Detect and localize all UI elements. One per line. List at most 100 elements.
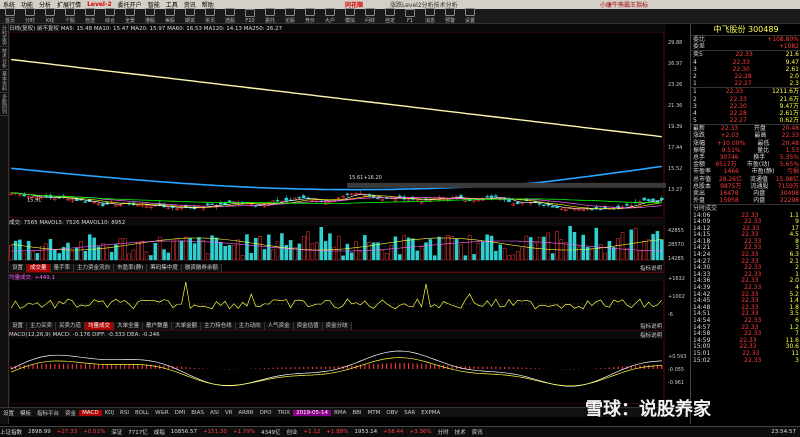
bottom-tab[interactable]: DMI bbox=[172, 410, 189, 416]
toolbar-button[interactable]: 资讯 bbox=[200, 8, 220, 24]
stat-label: 最低 bbox=[757, 139, 770, 147]
volume-bar bbox=[249, 253, 254, 261]
bottom-tab[interactable]: 资金 bbox=[62, 409, 79, 417]
toolbar-icon bbox=[445, 8, 455, 16]
toolbar-button[interactable]: 选股 bbox=[220, 8, 240, 24]
bottom-tab[interactable]: MTM bbox=[365, 410, 384, 416]
toolbar-icon bbox=[325, 8, 335, 16]
status-bar: 上证指数 2898.99 +27.33 +0.51% 深证 7717亿 成指 10856.57… bbox=[0, 426, 800, 437]
volume-bar bbox=[345, 243, 350, 261]
indicator-tab[interactable]: 主力持仓线 bbox=[201, 322, 236, 330]
volume-bar bbox=[227, 244, 232, 261]
toolbar-button[interactable]: 分时 bbox=[20, 8, 40, 24]
toolbar-label: 预警 bbox=[444, 18, 455, 24]
volume-bar bbox=[336, 235, 341, 261]
toolbar-button[interactable]: 大户 bbox=[320, 8, 340, 24]
bottom-tab[interactable]: SAR bbox=[401, 410, 418, 416]
toolbar-button[interactable]: 竞价 bbox=[300, 8, 320, 24]
toolbar-button[interactable]: 问财 bbox=[360, 8, 380, 24]
indicator-tab[interactable]: 主力买卖 bbox=[27, 322, 57, 330]
bottom-tab[interactable]: TRIX bbox=[275, 410, 294, 416]
toolbar-button[interactable]: 美股 bbox=[160, 8, 180, 24]
toolbar-button[interactable]: 自定 bbox=[380, 8, 400, 24]
bottom-tab[interactable]: VR bbox=[222, 410, 236, 416]
indicator-tab[interactable]: 量手率 bbox=[50, 264, 75, 272]
toolbar-button[interactable]: F10 bbox=[240, 8, 260, 24]
bottom-tab[interactable]: BBI bbox=[349, 410, 364, 416]
macd-help-button[interactable]: 指标说明 bbox=[640, 331, 662, 339]
quote-label: 3 bbox=[693, 102, 697, 110]
volume-bar bbox=[454, 238, 459, 261]
indicator-tab[interactable]: 设置 bbox=[9, 322, 28, 330]
bottom-tab[interactable]: BMA bbox=[331, 410, 349, 416]
bottom-tab[interactable]: BIAS bbox=[188, 410, 207, 416]
toolbar-button[interactable]: K线 bbox=[40, 8, 60, 24]
volume-bar bbox=[219, 242, 223, 261]
indicator-tab[interactable]: 散户数量 bbox=[143, 322, 173, 330]
left-tab-basic[interactable]: 基本资料 bbox=[0, 70, 8, 93]
indicator-tab[interactable]: 买卖力道 bbox=[56, 322, 86, 330]
bottom-tab[interactable]: ARBR bbox=[235, 410, 256, 416]
toolbar-label: 个股 bbox=[64, 18, 75, 24]
toolbar-button[interactable]: 全景 bbox=[120, 8, 140, 24]
bottom-tab[interactable]: W&R bbox=[152, 410, 172, 416]
bottom-tab[interactable]: DPO bbox=[257, 410, 275, 416]
bottom-tab[interactable]: ASI bbox=[207, 410, 222, 416]
bottom-tab[interactable]: 模板 bbox=[17, 409, 34, 417]
candle-body bbox=[297, 197, 302, 199]
indicator-tab[interactable]: 资金分歧 bbox=[322, 322, 352, 330]
toolbar-button[interactable]: F1 bbox=[400, 8, 420, 24]
toolbar-button[interactable]: 个股 bbox=[60, 8, 80, 24]
ind1-help-button[interactable]: 指标说明 bbox=[640, 322, 662, 330]
indicator-tab[interactable]: 成交量 bbox=[27, 264, 51, 272]
bottom-tab[interactable]: MACD bbox=[79, 409, 102, 416]
indicator-tab[interactable]: 均量成交 bbox=[85, 322, 115, 330]
toolbar-button[interactable]: 论股 bbox=[280, 8, 300, 24]
volume-bar bbox=[297, 243, 302, 261]
toolbar-button[interactable]: 期货 bbox=[180, 8, 200, 24]
indicator-tab[interactable]: 主力资金流向 bbox=[74, 264, 115, 272]
volume-bar bbox=[529, 237, 533, 261]
toolbar-label: 消息 bbox=[424, 18, 435, 24]
toolbar-button[interactable]: 港股 bbox=[140, 8, 160, 24]
volume-bar bbox=[620, 232, 625, 261]
bottom-tab[interactable]: OBV bbox=[383, 410, 401, 416]
volume-bar bbox=[310, 243, 315, 261]
toolbar-button[interactable]: 模拟 bbox=[340, 8, 360, 24]
indicator-tab[interactable]: 人气资金 bbox=[264, 322, 294, 330]
indicator-tab[interactable]: 市盈率(静) bbox=[114, 264, 148, 272]
indicator-tab[interactable]: 主力动向 bbox=[235, 322, 265, 330]
left-tab-technical[interactable]: 技术分析 bbox=[0, 47, 8, 70]
menu-level2[interactable]: Level-2 bbox=[84, 1, 115, 8]
bottom-tab[interactable]: EXPMA bbox=[418, 410, 443, 416]
toolbar-button[interactable]: 消息 bbox=[420, 8, 440, 24]
stat-value: +2.03 bbox=[720, 132, 739, 140]
volume-bar bbox=[319, 227, 323, 261]
toolbar-button[interactable]: 综合 bbox=[100, 8, 120, 24]
main-axis: 29.88 26.97 23.26 21.36 19.39 17.44 15.5… bbox=[668, 40, 682, 208]
bottom-tab[interactable]: 设置 bbox=[0, 409, 17, 417]
bottom-tab[interactable]: 指标平台 bbox=[34, 409, 62, 417]
bottom-tab[interactable]: KDJ bbox=[102, 410, 117, 416]
toolbar-button[interactable]: 自选 bbox=[80, 8, 100, 24]
indicator-tab[interactable]: 大单全量 bbox=[114, 322, 144, 330]
left-tab-multi[interactable]: 多股同列 bbox=[0, 93, 8, 116]
bottom-tab[interactable]: RSI bbox=[117, 410, 132, 416]
indicator-tab[interactable]: 资金估值 bbox=[293, 322, 323, 330]
left-tab-timeshare[interactable]: 分时走势 bbox=[0, 24, 8, 47]
indicator-tab[interactable]: 设置 bbox=[9, 264, 28, 272]
volume-help-button[interactable]: 指标说明 bbox=[640, 264, 662, 272]
bottom-tab[interactable]: BOLL bbox=[132, 410, 152, 416]
toolbar-button[interactable]: 委托 bbox=[260, 8, 280, 24]
toolbar-button[interactable]: 首页 bbox=[0, 8, 20, 24]
stat-row: 总股本 9875万 流通股 7159万 bbox=[691, 183, 800, 190]
indicator-tab[interactable]: 大单金额 bbox=[172, 322, 202, 330]
tick-list[interactable]: 14:06 22.33 1.1 14:09 22.33 9 14:12 22.33 17 14:1… bbox=[691, 212, 800, 365]
volume-bar bbox=[603, 252, 607, 261]
indicator-tab[interactable]: 筹码集中度 bbox=[147, 264, 182, 272]
toolbar-button[interactable]: 设置 bbox=[460, 8, 480, 24]
volume-bar bbox=[419, 246, 424, 261]
toolbar-button[interactable]: 预警 bbox=[440, 8, 460, 24]
status-item: +27.33 bbox=[56, 429, 78, 435]
indicator-tab[interactable]: 融资融券余额 bbox=[181, 264, 222, 272]
